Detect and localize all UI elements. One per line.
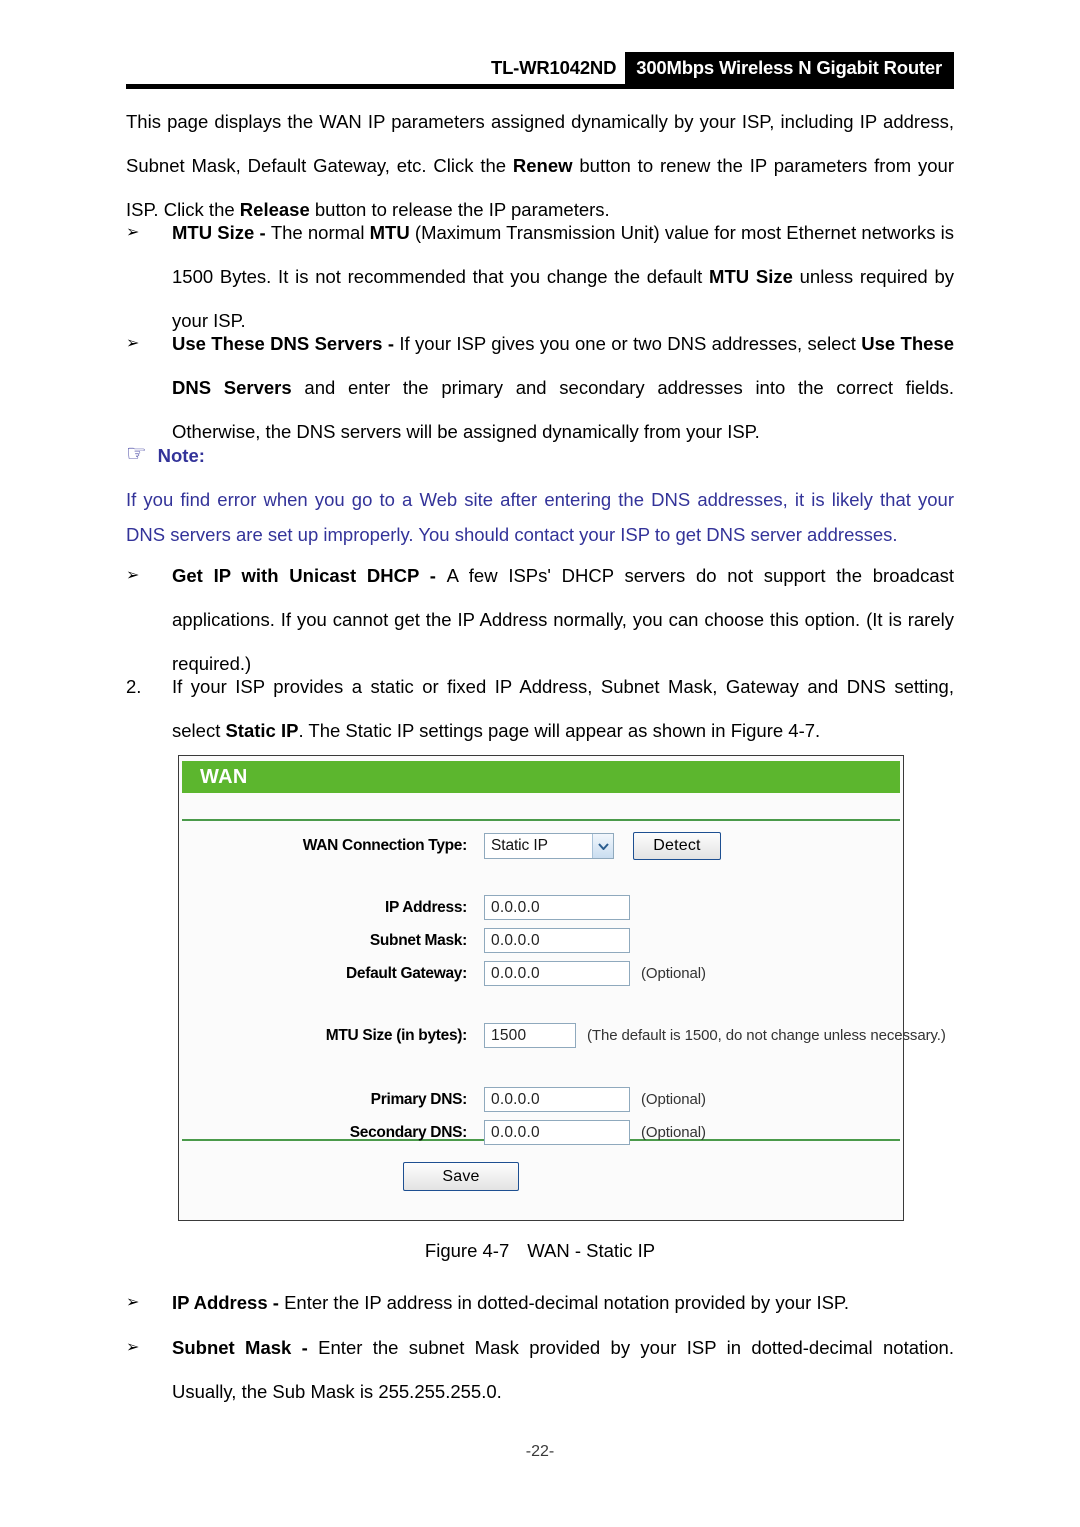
renew-keyword: Renew	[512, 155, 573, 176]
bullet-ip-address: ➢ IP Address - Enter the IP address in d…	[126, 1281, 954, 1325]
figure-title: WAN - Static IP	[527, 1240, 656, 1261]
mtu-keyword: MTU	[369, 222, 410, 243]
mtu-size-hint: (The default is 1500, do not change unle…	[587, 1027, 946, 1044]
note-label: Note:	[157, 444, 205, 466]
bullet-use-these-dns-servers: ➢ Use These DNS Servers - If your ISP gi…	[126, 322, 954, 454]
subnet-mask-label: Subnet Mask:	[369, 931, 467, 949]
product-name: 300Mbps Wireless N Gigabit Router	[625, 52, 954, 84]
pointing-hand-icon: ☞	[126, 440, 147, 466]
document-header: TL-WR1042ND 300Mbps Wireless N Gigabit R…	[126, 52, 954, 84]
wan-connection-type-value: Static IP	[491, 837, 548, 854]
save-button[interactable]: Save	[403, 1162, 519, 1191]
wan-settings-panel: WAN WAN Connection Type: Static IP Detec…	[178, 755, 946, 1221]
default-gateway-label: Default Gateway:	[346, 964, 467, 982]
bullet-marker-icon: ➢	[126, 224, 140, 241]
secondary-dns-label: Secondary DNS:	[349, 1123, 468, 1141]
step-2-body: If your ISP provides a static or fixed I…	[172, 665, 954, 753]
ip-address-input[interactable]: 0.0.0.0	[484, 895, 630, 920]
panel-divider-top	[182, 819, 900, 821]
primary-dns-label: Primary DNS:	[370, 1090, 468, 1108]
header-rule	[126, 84, 954, 89]
ip-address-text: Enter the IP address in dotted-decimal n…	[284, 1292, 850, 1313]
wan-connection-type-select[interactable]: Static IP	[484, 833, 614, 859]
page-number: -22-	[525, 1443, 555, 1460]
bullet-marker-icon: ➢	[126, 1294, 140, 1311]
wan-panel-title: WAN	[200, 765, 248, 788]
ip-address-row: IP Address: 0.0.0.0	[179, 895, 630, 920]
mtu-size-input[interactable]: 1500	[484, 1023, 576, 1048]
default-gateway-row: Default Gateway: 0.0.0.0 (Optional)	[179, 961, 706, 986]
model-name: TL-WR1042ND	[490, 57, 617, 78]
primary-dns-hint: (Optional)	[641, 1091, 706, 1108]
wan-connection-type-label: WAN Connection Type:	[302, 837, 468, 854]
numbered-step-2: 2. If your ISP provides a static or fixe…	[126, 665, 954, 753]
default-gateway-input[interactable]: 0.0.0.0	[484, 961, 630, 986]
subnet-mask-row: Subnet Mask: 0.0.0.0	[179, 928, 630, 953]
primary-dns-input[interactable]: 0.0.0.0	[484, 1087, 630, 1112]
document-page: TL-WR1042ND 300Mbps Wireless N Gigabit R…	[0, 0, 1080, 1527]
subnet-mask-input[interactable]: 0.0.0.0	[484, 928, 630, 953]
secondary-dns-input[interactable]: 0.0.0.0	[484, 1120, 630, 1145]
mtu-size-label: MTU Size (in bytes):	[325, 1026, 468, 1044]
dns-text-1: If your ISP gives you one or two DNS add…	[399, 333, 862, 354]
step-number: 2.	[126, 676, 142, 697]
ip-address-term: IP Address -	[172, 1292, 285, 1313]
figure-caption: Figure 4-7 WAN - Static IP	[0, 1240, 1080, 1262]
wan-connection-type-row: WAN Connection Type: Static IP Detect	[179, 832, 721, 860]
bullet-subnet-mask-body: Subnet Mask - Enter the subnet Mask prov…	[172, 1326, 954, 1414]
default-gateway-hint: (Optional)	[641, 965, 706, 982]
mtu-text-1: The normal	[270, 222, 370, 243]
static-ip-keyword: Static IP	[225, 720, 299, 741]
secondary-dns-row: Secondary DNS: 0.0.0.0 (Optional)	[179, 1120, 706, 1145]
subnet-mask-term: Subnet Mask -	[172, 1337, 319, 1358]
wan-panel-titlebar: WAN	[182, 761, 900, 793]
secondary-dns-hint: (Optional)	[641, 1124, 706, 1141]
bullet-marker-icon: ➢	[126, 1339, 140, 1356]
bullet-subnet-mask: ➢ Subnet Mask - Enter the subnet Mask pr…	[126, 1326, 954, 1414]
mtu-size-keyword: MTU Size	[709, 266, 793, 287]
bullet-marker-icon: ➢	[126, 567, 140, 584]
mtu-size-term: MTU Size -	[172, 222, 271, 243]
step2-text-2: . The Static IP settings page will appea…	[298, 720, 821, 741]
bullet-marker-icon: ➢	[126, 335, 140, 352]
figure-number: Figure 4-7	[424, 1240, 510, 1261]
mtu-size-row: MTU Size (in bytes): 1500 (The default i…	[179, 1023, 946, 1048]
ip-address-label: IP Address:	[385, 898, 467, 916]
unicast-dhcp-term: Get IP with Unicast DHCP -	[172, 565, 447, 586]
bullet-dns-body: Use These DNS Servers - If your ISP give…	[172, 322, 954, 454]
bullet-ip-address-body: IP Address - Enter the IP address in dot…	[172, 1281, 954, 1325]
chevron-down-icon[interactable]	[592, 834, 613, 858]
primary-dns-row: Primary DNS: 0.0.0.0 (Optional)	[179, 1087, 706, 1112]
dns-servers-term: Use These DNS Servers -	[172, 333, 400, 354]
note-heading: ☞ Note:	[126, 440, 205, 467]
detect-button[interactable]: Detect	[633, 832, 721, 860]
note-body-text: If you find error when you go to a Web s…	[126, 489, 954, 545]
